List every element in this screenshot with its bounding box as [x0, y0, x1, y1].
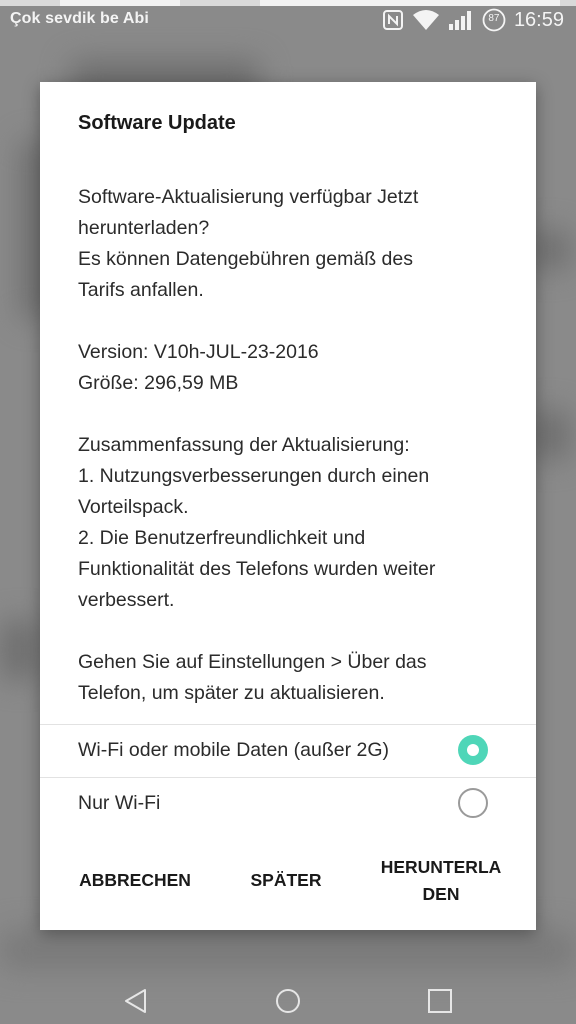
dialog-message: Software-Aktualisierung verfügbar Jetzt …: [78, 182, 508, 709]
version-line: Version: V10h-JUL-23-2016: [78, 341, 319, 363]
software-update-dialog: Software Update Software-Aktualisierung …: [40, 82, 536, 930]
message-line: Vorteilspack.: [78, 496, 189, 518]
message-line: Zusammenfassung der Aktualisierung:: [78, 434, 410, 456]
background-blur: [530, 410, 570, 460]
notification-text: Çok sevdik be Abi: [10, 10, 149, 27]
recents-icon[interactable]: [425, 986, 455, 1016]
radio-button-selected[interactable]: [458, 735, 488, 765]
status-bar: Çok sevdik be Abi 87 16:59: [0, 0, 576, 40]
message-line: Gehen Sie auf Einstellungen > Über das: [78, 651, 427, 673]
background-blur: [530, 230, 570, 270]
update-summary: Zusammenfassung der Aktualisierung: 1. N…: [78, 430, 508, 616]
option-label: Wi-Fi oder mobile Daten (außer 2G): [78, 739, 390, 761]
home-icon[interactable]: [273, 986, 303, 1016]
battery-icon: 87: [482, 8, 506, 32]
option-wifi-only[interactable]: Nur Wi-Fi: [40, 777, 536, 830]
message-line: Telefon, um später zu aktualisieren.: [78, 682, 385, 704]
battery-level: 87: [488, 13, 500, 24]
option-wifi-or-mobile[interactable]: Wi-Fi oder mobile Daten (außer 2G): [40, 724, 536, 777]
message-line: herunterladen?: [78, 217, 210, 239]
message-line: Funktionalität des Telefons wurden weite…: [78, 558, 436, 580]
settings-hint: Gehen Sie auf Einstellungen > Über das T…: [78, 647, 508, 709]
back-icon[interactable]: [121, 986, 151, 1016]
version-info: Version: V10h-JUL-23-2016 Größe: 296,59 …: [78, 337, 508, 399]
signal-icon: [448, 9, 474, 31]
clock: 16:59: [513, 8, 564, 31]
message-line: 2. Die Benutzerfreundlichkeit und: [78, 527, 366, 549]
wifi-icon: [412, 9, 440, 31]
nfc-icon: [382, 9, 404, 31]
message-line: 1. Nutzungsverbesserungen durch einen: [78, 465, 430, 487]
message-line: Software-Aktualisierung verfügbar Jetzt: [78, 186, 419, 208]
later-button[interactable]: SPÄTER: [236, 867, 336, 894]
option-label: Nur Wi-Fi: [78, 792, 161, 814]
status-icons: 87 16:59: [382, 6, 564, 34]
background-blur: [0, 930, 576, 970]
navigation-bar: [0, 976, 576, 1024]
download-button[interactable]: HERUNTERLADEN: [378, 854, 504, 908]
dialog-title: Software Update: [78, 112, 236, 134]
size-line: Größe: 296,59 MB: [78, 372, 239, 394]
message-line: Es können Datengebühren gemäß des: [78, 248, 413, 270]
dialog-buttons: ABBRECHEN SPÄTER HERUNTERLADEN: [40, 842, 536, 930]
cancel-button[interactable]: ABBRECHEN: [64, 867, 206, 894]
message-paragraph: Software-Aktualisierung verfügbar Jetzt …: [78, 182, 508, 306]
background-blur: [0, 620, 40, 680]
radio-button-unselected[interactable]: [458, 788, 488, 818]
message-line: Tarifs anfallen.: [78, 279, 204, 301]
message-line: verbessert.: [78, 589, 175, 611]
